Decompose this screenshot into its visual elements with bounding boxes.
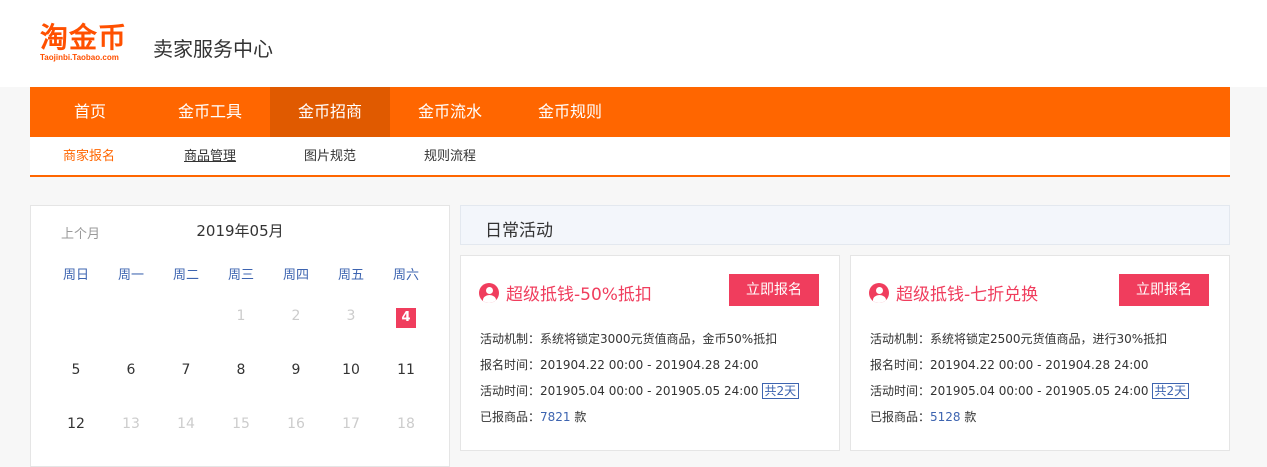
calendar-day[interactable]: 8 [221, 362, 261, 378]
calendar-day: 18 [397, 416, 415, 432]
days-badge: 共2天 [761, 383, 800, 399]
calendar-day[interactable]: 12 [56, 416, 96, 432]
activity-mechanism: 活动机制：系统将锁定3000元货值商品，金币50%抵扣 [480, 332, 778, 346]
reported-label: 已报商品： [480, 410, 541, 424]
calendar-day[interactable]: 9 [276, 362, 316, 378]
activity-card: 超级抵钱-50%抵扣 立即报名 活动机制：系统将锁定3000元货值商品，金币50… [460, 255, 840, 451]
calendar-day: 15 [232, 416, 250, 432]
calendar-day: 3 [346, 308, 356, 324]
calendar-day: 13 [122, 416, 140, 432]
calendar-day: 2 [291, 308, 301, 324]
reported-row: 已报商品：5128 款 [870, 408, 976, 425]
section-header: 日常活动 [460, 205, 1230, 245]
calendar-day[interactable]: 7 [166, 362, 206, 378]
reported-unit: 款 [570, 410, 587, 424]
calendar-day[interactable]: 10 [331, 362, 371, 378]
calendar-day[interactable]: 4 [386, 308, 426, 328]
activity-title-text: 超级抵钱-七折兑换 [896, 285, 1039, 305]
nav-gold-rules[interactable]: 金币规则 [510, 87, 630, 137]
calendar-day[interactable]: 6 [111, 362, 151, 378]
logo-domain: Taojinbi.Taobao.com [40, 53, 119, 62]
nav-home[interactable]: 首页 [30, 87, 150, 137]
calendar-title: 2019年05月 [196, 222, 284, 240]
subnav-product-management[interactable]: 商品管理 [184, 137, 236, 175]
subnav-rule-process[interactable]: 规则流程 [424, 137, 476, 175]
logo-text: 淘金币 [40, 21, 128, 54]
nav-gold-tools[interactable]: 金币工具 [150, 87, 270, 137]
weekday-label: 周一 [117, 268, 144, 283]
reported-count[interactable]: 5128 [930, 410, 961, 424]
calendar-day: 16 [287, 416, 305, 432]
weekday-label: 周六 [392, 268, 419, 283]
nav-gold-flow[interactable]: 金币流水 [390, 87, 510, 137]
nav-gold-merchant[interactable]: 金币招商 [270, 87, 390, 137]
user-icon [479, 282, 499, 303]
subnav-image-spec[interactable]: 图片规范 [304, 137, 356, 175]
calendar-day: 17 [342, 416, 360, 432]
weekday-label: 周日 [62, 268, 89, 283]
calendar-day: 1 [236, 308, 246, 324]
activity-title-text: 超级抵钱-50%抵扣 [506, 285, 652, 305]
activity-time-row: 活动时间：201905.04 00:00 - 201905.05 24:00 共2… [480, 382, 800, 399]
signup-button[interactable]: 立即报名 [729, 274, 819, 306]
activity-mechanism: 活动机制：系统将锁定2500元货值商品，进行30%抵扣 [870, 332, 1168, 346]
activity-time-row: 活动时间：201905.04 00:00 - 201905.05 24:00 共2… [870, 382, 1190, 399]
sub-nav: 商家报名 商品管理 图片规范 规则流程 [30, 137, 1230, 177]
signup-button[interactable]: 立即报名 [1119, 274, 1209, 306]
activity-time: 活动时间：201905.04 00:00 - 201905.05 24:00 [480, 384, 759, 398]
activity-title: 超级抵钱-50%抵扣 [479, 280, 652, 305]
calendar-day[interactable]: 11 [386, 362, 426, 378]
calendar: 上个月 2019年05月 周日 周一 周二 周三 周四 周五 周六 1 2 3 4 5 6 7 8 9 10 11… [30, 205, 450, 467]
signup-time: 报名时间：201904.22 00:00 - 201904.28 24:00 [870, 358, 1149, 372]
weekday-label: 周五 [337, 268, 364, 283]
header: 淘金币 Taojinbi.Taobao.com 卖家服务中心 [0, 0, 1267, 87]
section-title: 日常活动 [485, 221, 553, 241]
reported-count[interactable]: 7821 [540, 410, 571, 424]
logo[interactable]: 淘金币 Taojinbi.Taobao.com [40, 21, 128, 63]
site-title: 卖家服务中心 [153, 37, 273, 61]
calendar-day[interactable]: 5 [56, 362, 96, 378]
activity-title: 超级抵钱-七折兑换 [869, 280, 1038, 305]
days-badge: 共2天 [1151, 383, 1190, 399]
reported-label: 已报商品： [870, 410, 931, 424]
subnav-merchant-signup[interactable]: 商家报名 [63, 137, 115, 175]
weekday-label: 周二 [172, 268, 199, 283]
activity-time: 活动时间：201905.04 00:00 - 201905.05 24:00 [870, 384, 1149, 398]
main-nav: 首页 金币工具 金币招商 金币流水 金币规则 [30, 87, 1230, 137]
calendar-day-highlight[interactable]: 4 [396, 308, 416, 328]
weekday-label: 周三 [227, 268, 254, 283]
reported-row: 已报商品：7821 款 [480, 408, 586, 425]
activity-card: 超级抵钱-七折兑换 立即报名 活动机制：系统将锁定2500元货值商品，进行30%… [850, 255, 1230, 451]
weekday-label: 周四 [282, 268, 309, 283]
calendar-day: 14 [177, 416, 195, 432]
signup-time: 报名时间：201904.22 00:00 - 201904.28 24:00 [480, 358, 759, 372]
reported-unit: 款 [960, 410, 977, 424]
user-icon [869, 282, 889, 303]
